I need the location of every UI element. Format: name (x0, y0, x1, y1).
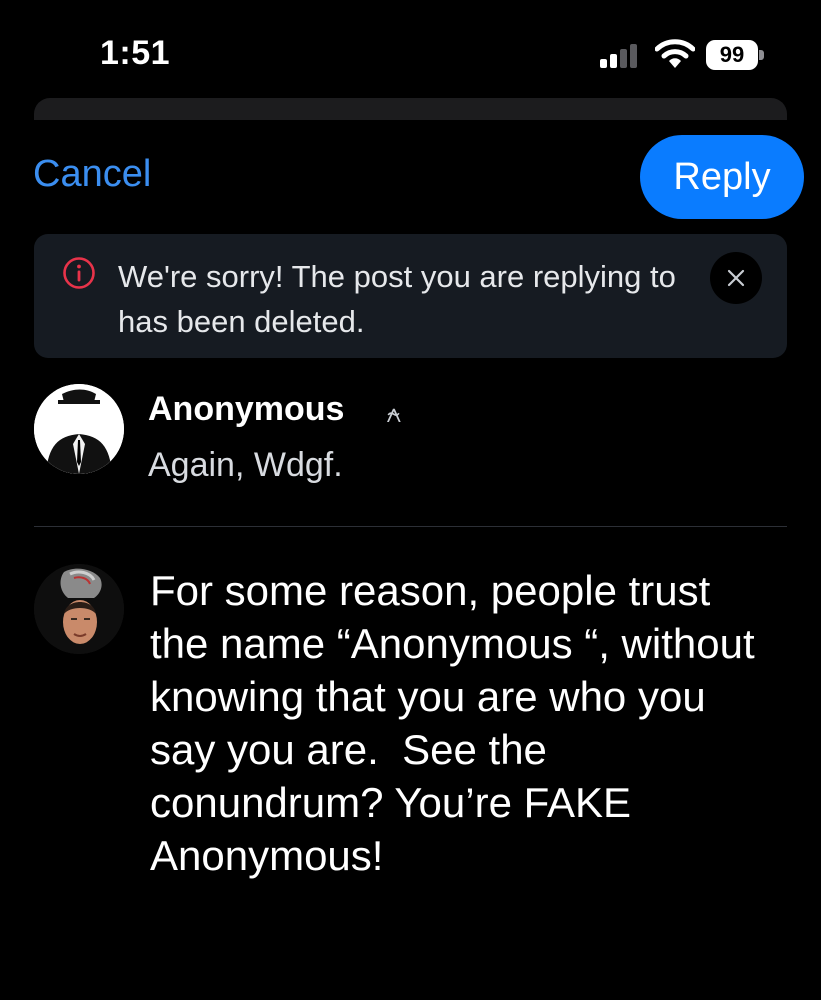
info-circle-icon (62, 256, 96, 290)
deleted-post-notice: We're sorry! The post you are replying t… (34, 234, 787, 358)
reply-composer: For some reason, people trust the name “… (34, 562, 787, 902)
status-time: 1:51 (100, 34, 171, 72)
wifi-icon (654, 38, 696, 70)
anonymous-badge-icon: ⍲ (386, 398, 402, 428)
notice-close-button[interactable] (710, 252, 762, 304)
notice-message: We're sorry! The post you are replying t… (118, 259, 676, 339)
cellular-signal-icon (600, 42, 642, 68)
reply-text-input[interactable]: For some reason, people trust the name “… (150, 564, 780, 882)
battery-icon: 99 (706, 40, 764, 70)
quoted-author-name: Anonymous (148, 390, 345, 428)
quoted-post: Anonymous ⍲ Again, Wdgf. (34, 384, 787, 504)
sheet-edge (34, 98, 787, 120)
status-bar: 1:51 99 (0, 0, 821, 100)
avatar (34, 384, 124, 474)
quoted-post-text: Again, Wdgf. (148, 446, 343, 484)
avatar (34, 564, 124, 654)
reply-button[interactable]: Reply (640, 135, 804, 219)
close-icon (727, 269, 745, 287)
battery-level: 99 (706, 40, 758, 70)
divider (34, 526, 787, 527)
cancel-button[interactable]: Cancel (33, 153, 151, 196)
